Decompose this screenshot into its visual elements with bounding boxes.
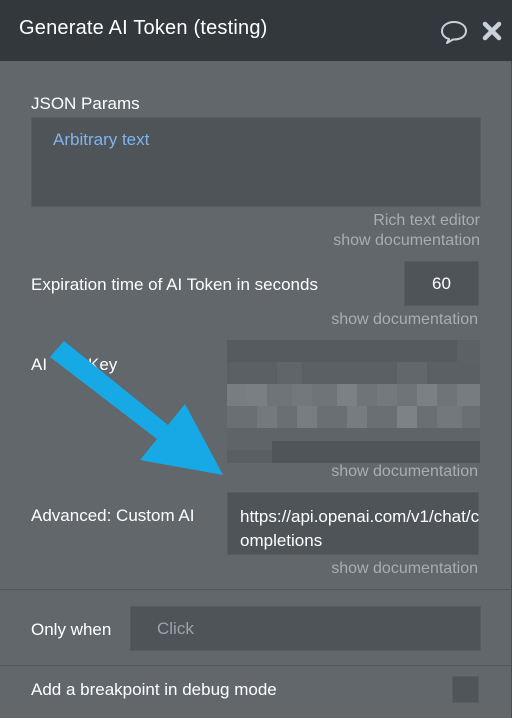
breakpoint-checkbox[interactable] xyxy=(452,676,479,703)
only-when-placeholder[interactable]: Click xyxy=(157,619,194,639)
property-editor-panel: Generate AI Token (testing) JSON Params … xyxy=(0,0,512,718)
breakpoint-label: Add a breakpoint in debug mode xyxy=(31,680,277,699)
custom-ai-input[interactable]: https://api.openai.com/v1/chat/completio… xyxy=(227,492,479,555)
title-bar: Generate AI Token (testing) xyxy=(0,0,512,61)
expiration-value[interactable]: 60 xyxy=(405,274,478,294)
section-divider xyxy=(0,589,512,590)
rich-text-editor-hint: Rich text editor xyxy=(373,212,480,229)
json-params-value[interactable]: Arbitrary text xyxy=(53,130,149,150)
custom-ai-doc-link[interactable]: show documentation xyxy=(331,560,478,578)
window-title: Generate AI Token (testing) xyxy=(19,17,268,39)
expiration-label: Expiration time of AI Token in seconds xyxy=(31,275,318,294)
comment-icon[interactable] xyxy=(440,20,468,44)
expiration-doc-link[interactable]: show documentation xyxy=(331,311,478,329)
json-params-doc-link[interactable]: show documentation xyxy=(333,232,480,250)
annotation-arrow-icon xyxy=(50,341,223,475)
section-divider xyxy=(0,665,512,666)
redacted-ai-key-field[interactable] xyxy=(227,340,480,463)
custom-ai-value[interactable]: https://api.openai.com/v1/chat/completio… xyxy=(240,505,480,553)
close-icon[interactable] xyxy=(481,20,503,42)
only-when-condition-input[interactable]: Click xyxy=(130,606,481,651)
ai-key-doc-link[interactable]: show documentation xyxy=(331,463,478,481)
only-when-label: Only when xyxy=(31,620,112,639)
json-params-label: JSON Params xyxy=(31,94,140,113)
expiration-input[interactable]: 60 xyxy=(404,261,479,306)
json-params-editor[interactable]: Arbitrary text xyxy=(31,117,481,207)
custom-ai-label: Advanced: Custom AI xyxy=(31,506,195,525)
